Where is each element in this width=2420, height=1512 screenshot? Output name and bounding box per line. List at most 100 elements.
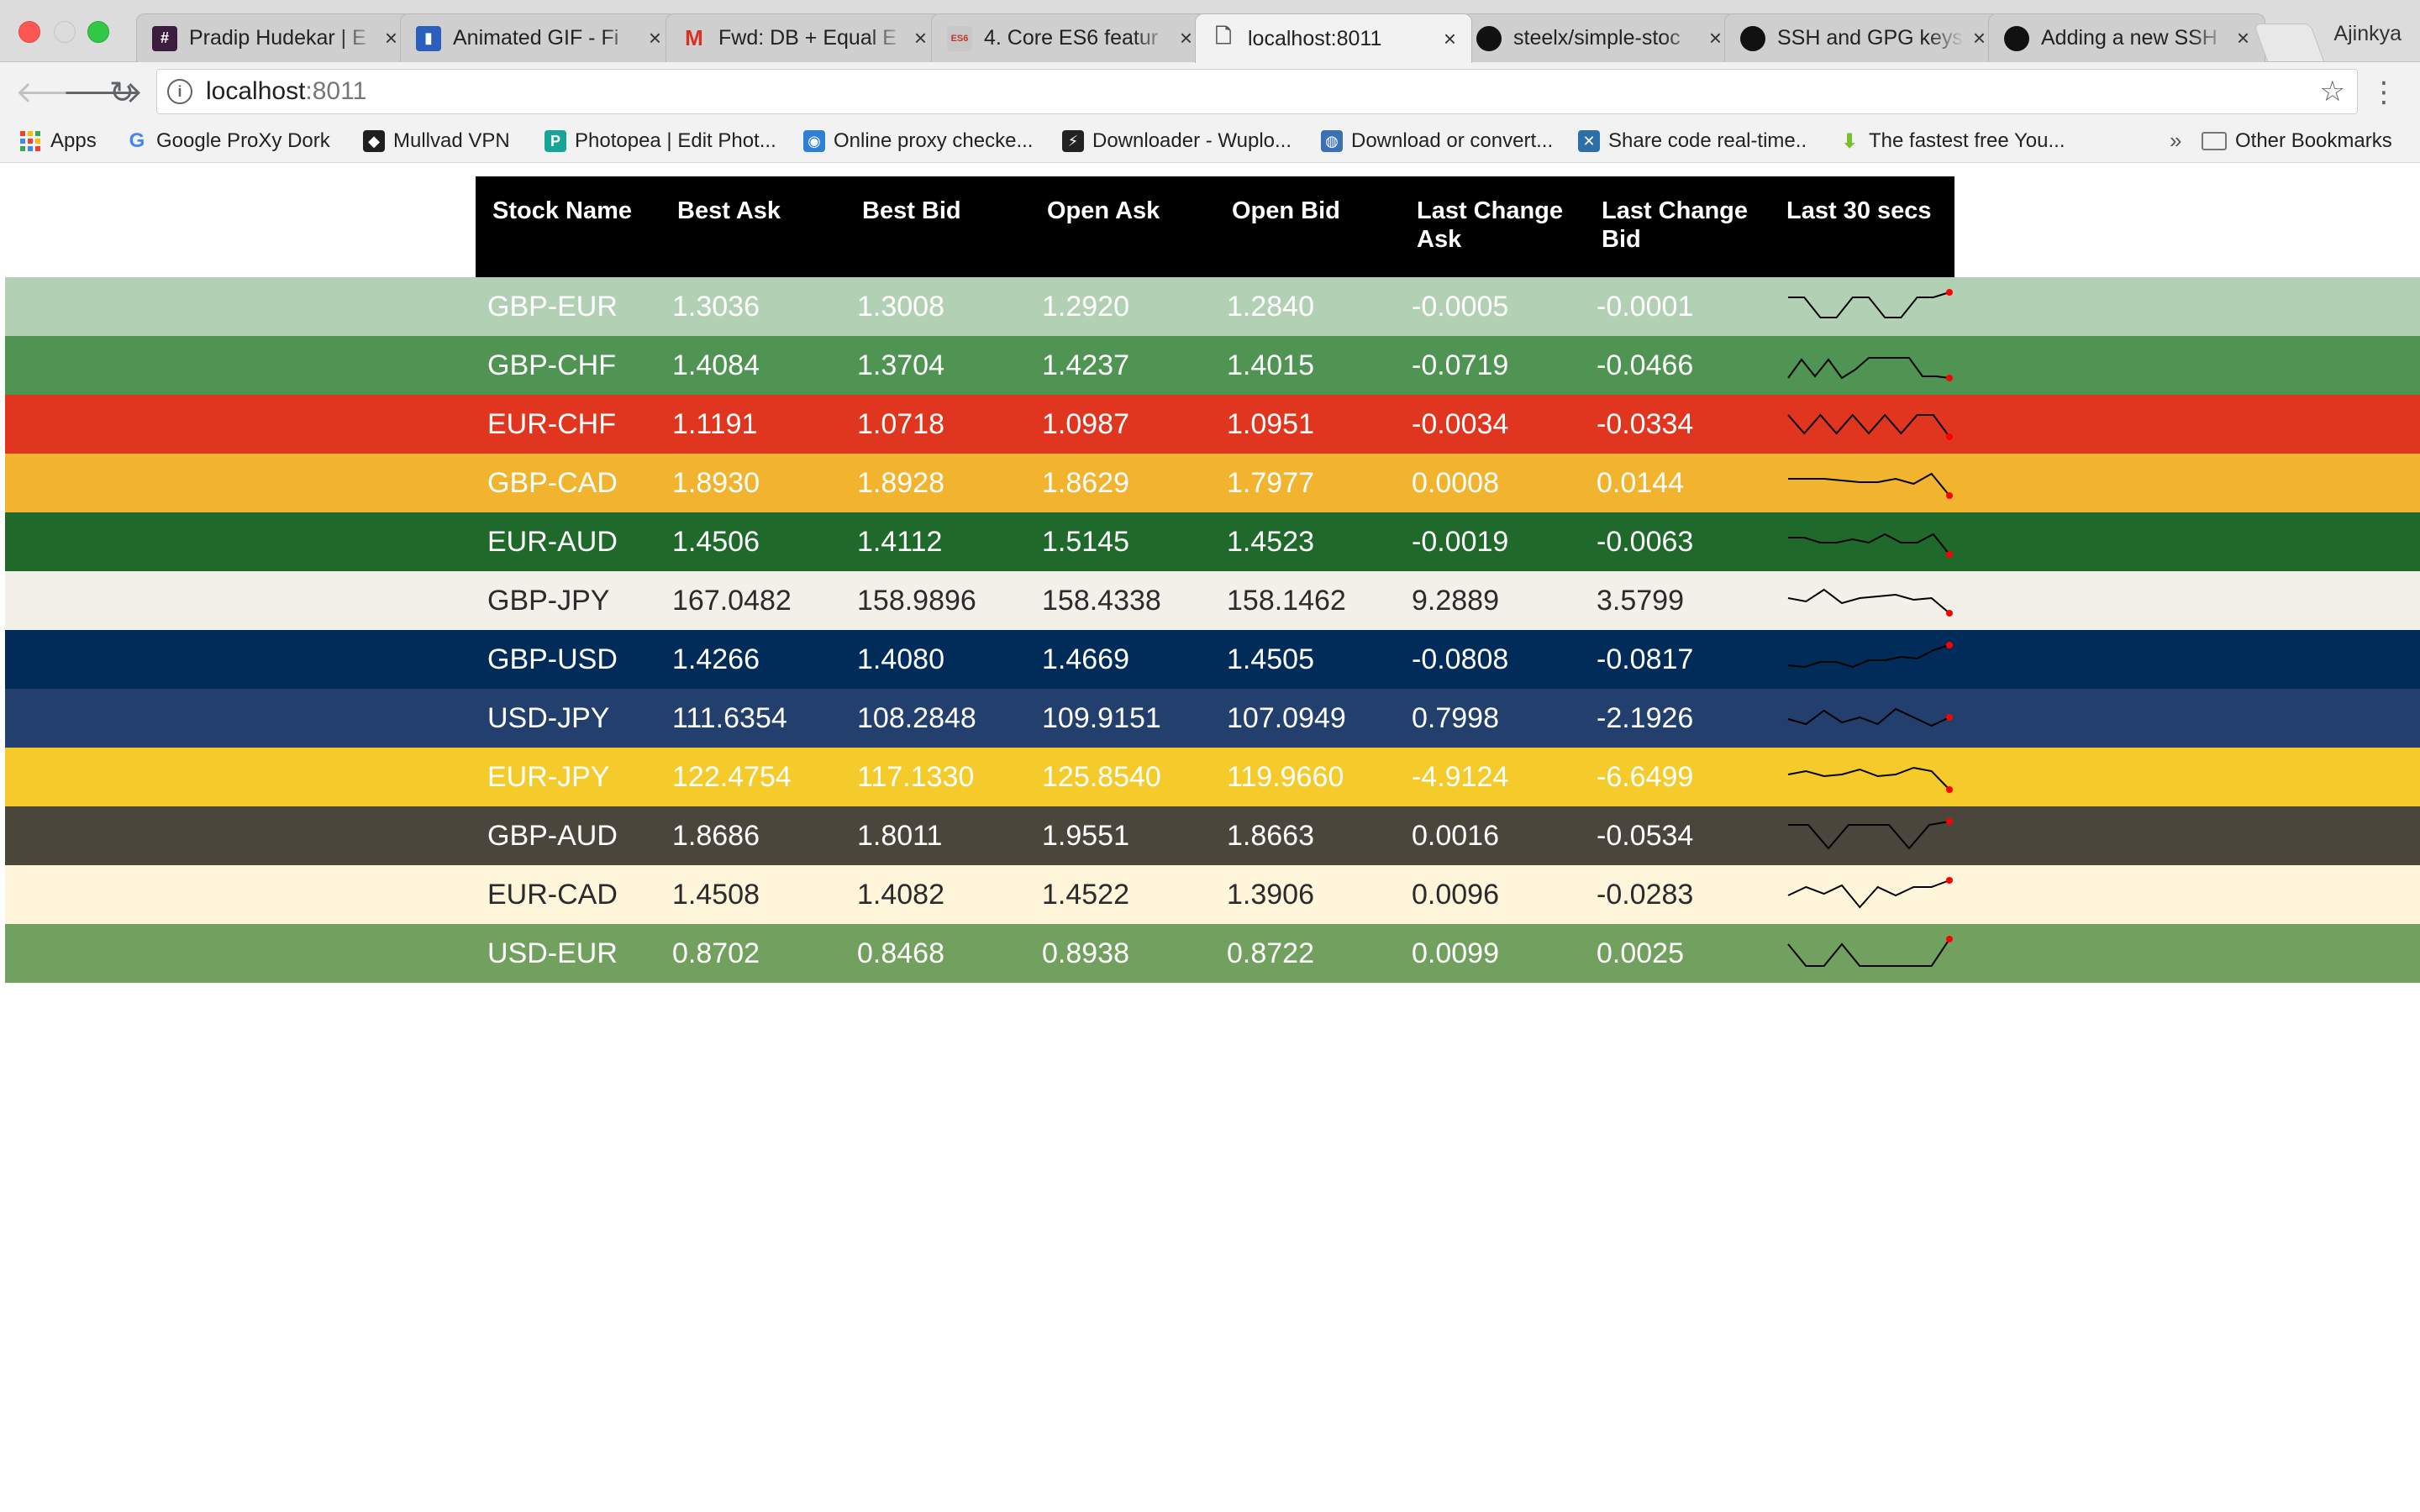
bookmark-item[interactable]: P Photopea | Edit Phot... (544, 129, 776, 153)
best-bid-cell: 158.9896 (857, 585, 976, 617)
slack-icon: # (152, 25, 177, 51)
address-bar[interactable]: i localhost:8011 ☆ (156, 69, 2358, 114)
last-change-bid-cell: -0.0334 (1597, 408, 1694, 440)
bookmark-item[interactable]: ◉ Online proxy checke... (803, 129, 1033, 153)
bookmark-item[interactable]: ◍ Download or convert... (1321, 129, 1553, 153)
download-arrow-icon: ⬇ (1840, 129, 1859, 153)
sparkline-chart (1787, 642, 1953, 669)
best-ask-cell: 1.4266 (672, 643, 760, 675)
bookmark-label: Google ProXy Dork (156, 129, 330, 152)
open-bid-cell: 1.4523 (1227, 526, 1314, 558)
sparkline-latest-point (1946, 786, 1953, 793)
es6-icon: ES6 (947, 25, 972, 51)
other-bookmarks-folder[interactable]: Other Bookmarks (2202, 129, 2392, 153)
sparkline-path (1787, 938, 1950, 967)
bookmark-item[interactable]: Apps (20, 129, 97, 153)
last-change-bid-cell: 0.0025 (1597, 937, 1684, 969)
bookmark-star-icon[interactable]: ☆ (2320, 75, 2345, 108)
best-ask-cell: 122.4754 (672, 761, 792, 793)
open-ask-cell: 1.4522 (1042, 879, 1129, 911)
close-window-button[interactable] (18, 21, 40, 43)
sparkline-latest-point (1946, 375, 1953, 381)
bookmark-item[interactable]: ⬇ The fastest free You... (1839, 129, 2065, 153)
close-tab-icon[interactable]: × (1444, 26, 1456, 52)
close-tab-icon[interactable]: × (385, 25, 397, 51)
stock-name-cell: GBP-USD (487, 643, 618, 675)
open-ask-cell: 0.8938 (1042, 937, 1129, 969)
header-last-change-bid: Last Change Bid (1602, 197, 1749, 253)
browser-tab[interactable]: # Pradip Hudekar | E × (136, 13, 413, 62)
last-change-bid-cell: -0.0817 (1597, 643, 1694, 675)
best-bid-cell: 1.3008 (857, 291, 944, 323)
browser-tab[interactable]: ● steelx/simple-stoc × (1460, 13, 1738, 62)
gmail-icon: M (685, 25, 703, 50)
best-bid-cell: 1.8011 (857, 820, 943, 852)
close-tab-icon[interactable]: × (649, 25, 661, 51)
best-bid-cell: 1.0718 (857, 408, 944, 440)
best-ask-cell: 167.0482 (672, 585, 792, 617)
tab-title: Adding a new SSH (2041, 26, 2217, 50)
open-ask-cell: 1.5145 (1042, 526, 1129, 558)
sparkline-chart (1788, 533, 1953, 558)
tab-title: SSH and GPG keys (1777, 26, 1963, 50)
close-tab-icon[interactable]: × (914, 25, 927, 51)
url-port: :8011 (305, 77, 367, 105)
bookmark-label: Mullvad VPN (393, 129, 510, 152)
table-row: USD-JPY 111.6354 108.2848 109.9151 107.0949 0… (5, 689, 2420, 748)
open-bid-cell: 158.1462 (1227, 585, 1346, 617)
table-row: USD-EUR 0.8702 0.8468 0.8938 0.8722 0.0099 0.0… (5, 924, 2420, 983)
close-tab-icon[interactable]: × (1180, 25, 1192, 51)
browser-tab[interactable]: 🗋 localhost:8011 × (1195, 13, 1472, 63)
last-change-bid-cell: -2.1926 (1597, 702, 1694, 734)
last-change-ask-cell: -0.0719 (1412, 349, 1509, 381)
browser-menu-icon[interactable]: ⋮ (2370, 76, 2398, 109)
info-icon[interactable]: i (167, 79, 192, 104)
stock-name-cell: GBP-JPY (487, 585, 610, 617)
sparkline-chart (1787, 936, 1953, 967)
best-ask-cell: 1.4084 (672, 349, 760, 381)
header-best-ask: Best Ask (677, 197, 781, 224)
bookmarks-overflow-button[interactable]: » (2170, 128, 2181, 154)
open-bid-cell: 1.7977 (1227, 467, 1314, 499)
sparkline-latest-point (1946, 936, 1953, 942)
bookmark-item[interactable]: ◆ Mullvad VPN (363, 129, 510, 153)
open-ask-cell: 1.4237 (1042, 349, 1129, 381)
zoom-window-button[interactable] (87, 21, 109, 43)
close-tab-icon[interactable]: × (1973, 25, 1986, 51)
stock-name-cell: EUR-CAD (487, 879, 618, 911)
bookmark-item[interactable]: ✕ Share code real-time.. (1578, 129, 1807, 153)
sparkline-chart (1787, 766, 1953, 793)
close-tab-icon[interactable]: × (1709, 25, 1722, 51)
sparkline-latest-point (1946, 551, 1953, 558)
sparkline-chart (1787, 877, 1953, 909)
best-ask-cell: 1.3036 (672, 291, 760, 323)
header-open-bid: Open Bid (1232, 197, 1340, 224)
stock-name-cell: GBP-AUD (487, 820, 618, 852)
browser-tab[interactable]: ES6 4. Core ES6 featur × (931, 13, 1208, 62)
table-row: GBP-JPY 167.0482 158.9896 158.4338 158.1462 9… (5, 571, 2420, 630)
sparkline-path (1787, 766, 1950, 790)
browser-tab[interactable]: M Fwd: DB + Equal E × (666, 13, 943, 62)
browser-tab[interactable]: ▮ Animated GIF - Fi × (400, 13, 677, 62)
last-change-bid-cell: -0.0063 (1597, 526, 1694, 558)
bookmark-item[interactable]: G Google ProXy Dork (126, 129, 330, 153)
open-bid-cell: 1.4505 (1227, 643, 1314, 675)
sparkline-chart (1788, 289, 1953, 318)
browser-tab[interactable]: ● SSH and GPG keys × (1724, 13, 2002, 62)
globe-icon: ◍ (1321, 130, 1343, 152)
reload-button[interactable]: ↻ (109, 76, 134, 109)
profile-name[interactable]: Ajinkya (2333, 22, 2402, 46)
best-ask-cell: 1.4508 (672, 879, 760, 911)
last-change-bid-cell: -0.0534 (1597, 820, 1694, 852)
sparkline-path (1788, 472, 1950, 496)
bookmark-label: Apps (50, 129, 97, 152)
last-change-ask-cell: 0.0016 (1412, 820, 1499, 852)
bookmark-item[interactable]: ⚡ Downloader - Wuplo... (1062, 129, 1292, 153)
browser-tab[interactable]: ● Adding a new SSH × (1988, 13, 2265, 62)
close-tab-icon[interactable]: × (2237, 25, 2249, 51)
stock-name-cell: GBP-EUR (487, 291, 618, 323)
bookmark-label: Share code real-time.. (1608, 129, 1807, 152)
best-ask-cell: 1.1191 (672, 408, 758, 440)
minimize-window-button[interactable] (54, 21, 76, 43)
last-change-ask-cell: 0.0008 (1412, 467, 1499, 499)
